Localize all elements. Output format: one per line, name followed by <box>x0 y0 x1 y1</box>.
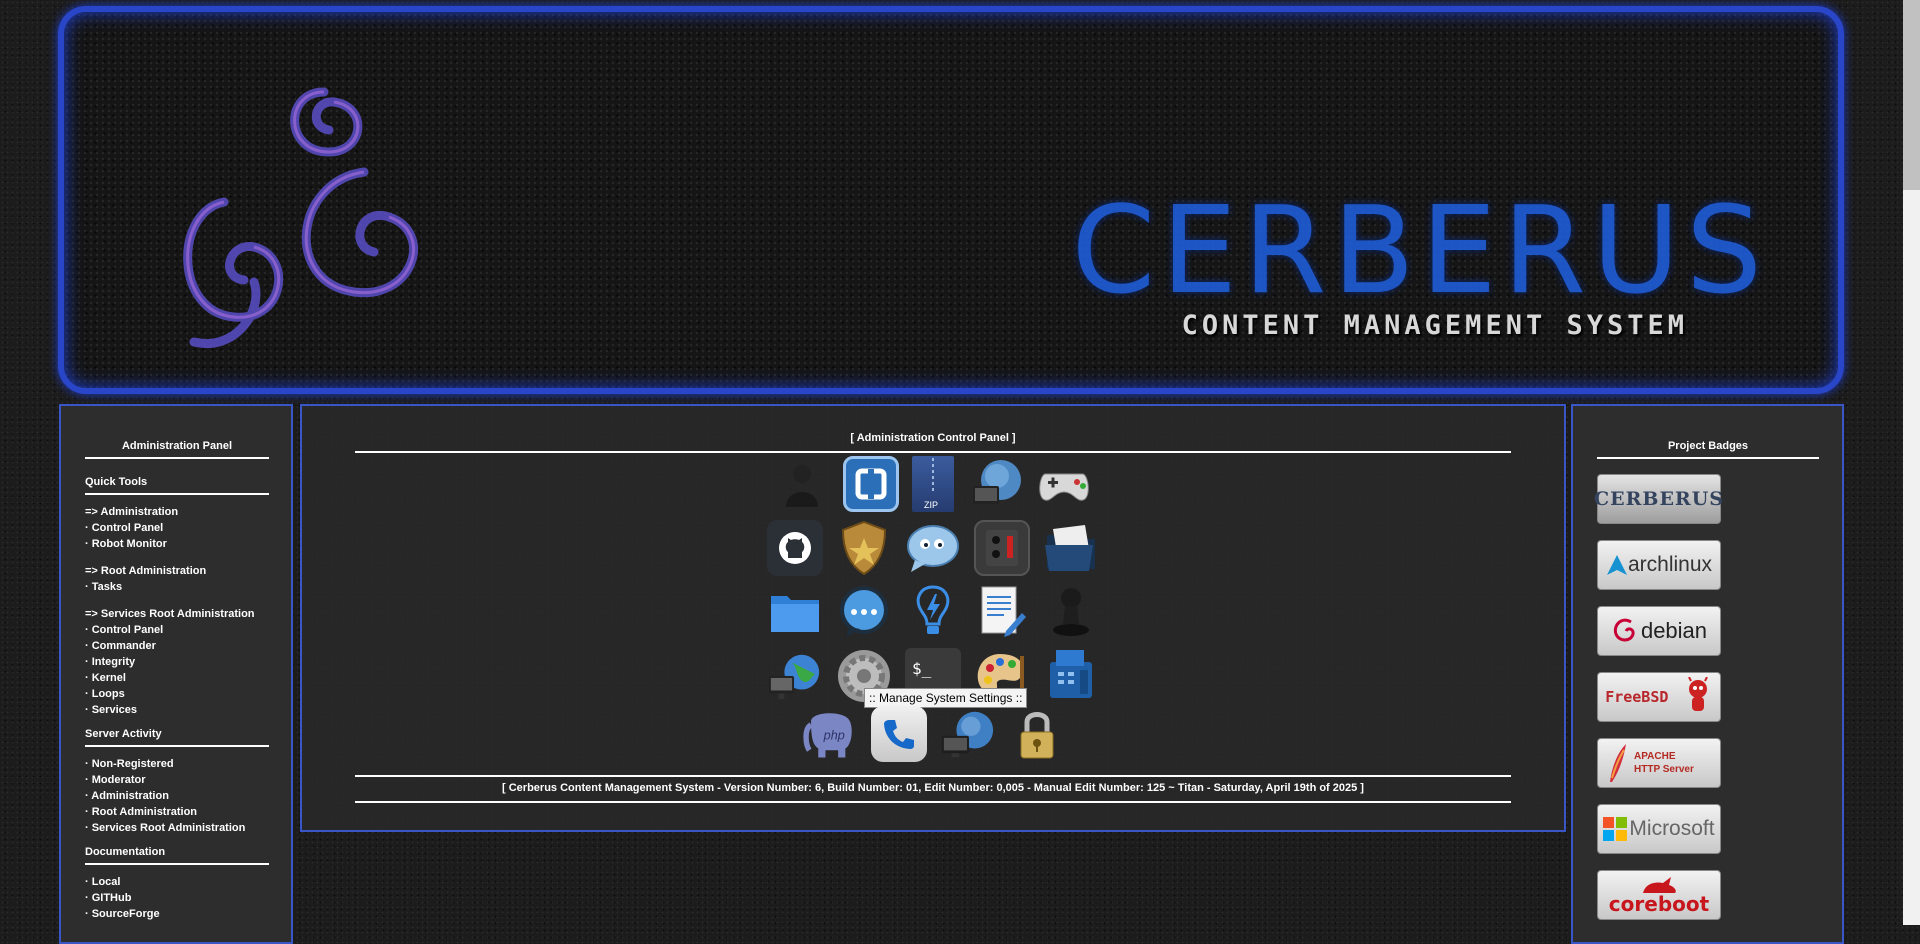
lock-icon[interactable] <box>1009 706 1065 762</box>
badge-label: debian <box>1640 618 1708 643</box>
bracket-app-icon[interactable] <box>843 456 899 512</box>
divider <box>355 801 1511 803</box>
link-activity-root-administration[interactable]: · Root Administration <box>85 804 269 820</box>
apache-feather-icon <box>1610 744 1626 782</box>
left-sidebar: Administration Panel Quick Tools => Admi… <box>59 404 293 944</box>
svg-text:php: php <box>822 728 844 742</box>
zip-archive-icon[interactable]: ZIP <box>912 456 954 512</box>
network-monitor-icon[interactable] <box>967 456 1023 512</box>
badge-label: Microsoft <box>1629 817 1715 840</box>
user-silhouette-icon[interactable] <box>774 456 830 512</box>
link-local[interactable]: · Local <box>85 874 269 890</box>
badge-label: CERBERUS <box>1594 488 1725 510</box>
page-scrollbar[interactable] <box>1903 0 1920 925</box>
badge-archlinux[interactable]: archlinux <box>1597 540 1721 590</box>
php-elephant-icon[interactable]: php <box>802 706 858 762</box>
link-tasks[interactable]: · Tasks <box>85 579 269 595</box>
phone-icon[interactable] <box>870 706 927 762</box>
badge-label: archlinux <box>1627 553 1713 576</box>
folder-icon[interactable] <box>767 584 823 640</box>
debian-swirl-icon <box>1613 618 1635 642</box>
microsoft-logo-icon <box>1603 817 1628 841</box>
divider <box>85 863 269 865</box>
link-robot-monitor[interactable]: · Robot Monitor <box>85 536 269 552</box>
badge-freebsd[interactable]: FreeBSD <box>1597 672 1721 722</box>
icon-row <box>302 584 1564 640</box>
open-folder-icon[interactable] <box>1043 520 1099 576</box>
link-services[interactable]: · Services <box>85 702 269 718</box>
server-activity-heading: Server Activity <box>85 728 162 740</box>
icon-row: ZIP <box>302 456 1564 512</box>
chat-bubble-icon[interactable] <box>905 520 961 576</box>
icon-row: php <box>302 706 1564 762</box>
link-activity-services-root-administration[interactable]: · Services Root Administration <box>85 820 269 836</box>
badge-coreboot[interactable]: coreboot <box>1597 870 1721 920</box>
link-root-administration[interactable]: => Root Administration <box>85 563 269 579</box>
bsd-daemon-icon <box>1687 677 1708 711</box>
quick-tools-heading: Quick Tools <box>85 476 148 488</box>
right-sidebar: Project Badges CERBERUS archlinux debian… <box>1571 404 1844 944</box>
gamepad-icon[interactable] <box>1036 456 1092 512</box>
link-non-registered[interactable]: · Non-Registered <box>85 756 269 772</box>
link-activity-administration[interactable]: · Administration <box>85 788 269 804</box>
divider <box>85 493 269 495</box>
control-panel-title: [ Administration Control Panel ] <box>850 432 1016 444</box>
github-icon[interactable] <box>767 520 823 576</box>
badge-label: coreboot <box>1608 892 1710 916</box>
message-icon[interactable] <box>836 584 892 640</box>
link-commander[interactable]: · Commander <box>85 638 269 654</box>
sidebar-title: Administration Panel <box>121 440 233 452</box>
divider <box>1597 457 1819 459</box>
security-badge-icon[interactable] <box>836 520 892 576</box>
link-services-control-panel[interactable]: · Control Panel <box>85 622 269 638</box>
svg-text:ZIP: ZIP <box>924 500 938 510</box>
icon-row <box>302 520 1564 576</box>
control-panel: [ Administration Control Panel ] ZIP $_ … <box>300 404 1566 832</box>
link-sourceforge[interactable]: · SourceForge <box>85 906 269 922</box>
badge-label: FreeBSD <box>1605 688 1669 706</box>
link-integrity[interactable]: · Integrity <box>85 654 269 670</box>
scrollbar-thumb[interactable] <box>1903 0 1920 190</box>
network-globe-icon[interactable] <box>940 706 996 762</box>
divider <box>85 745 269 747</box>
link-administration[interactable]: => Administration <box>85 504 269 520</box>
link-services-root-administration[interactable]: => Services Root Administration <box>85 606 269 622</box>
power-strip-icon[interactable] <box>974 520 1030 576</box>
globe-network-icon[interactable] <box>767 648 823 704</box>
divider <box>85 457 269 459</box>
link-github[interactable]: · GITHub <box>85 890 269 906</box>
badge-label: APACHE HTTP Server <box>1634 751 1694 775</box>
divider <box>355 775 1511 777</box>
badge-apache[interactable]: APACHE HTTP Server <box>1597 738 1721 788</box>
document-edit-icon[interactable] <box>974 584 1030 640</box>
link-loops[interactable]: · Loops <box>85 686 269 702</box>
icon-tooltip: :: Manage System Settings :: <box>864 688 1028 708</box>
badge-microsoft[interactable]: Microsoft <box>1597 804 1721 854</box>
arch-logo-icon <box>1606 555 1627 575</box>
project-badges-heading: Project Badges <box>1667 440 1749 452</box>
fax-icon[interactable] <box>1043 648 1099 704</box>
version-footer: [ Cerberus Content Management System - V… <box>502 782 1364 794</box>
badge-debian[interactable]: debian <box>1597 606 1721 656</box>
banner-subtitle: CONTENT MANAGEMENT SYSTEM <box>1181 310 1688 341</box>
link-admin-control-panel[interactable]: · Control Panel <box>85 520 269 536</box>
cerberus-swirl-logo-icon <box>183 87 418 348</box>
svg-text:$_: $_ <box>912 659 932 678</box>
link-moderator[interactable]: · Moderator <box>85 772 269 788</box>
link-kernel[interactable]: · Kernel <box>85 670 269 686</box>
divider <box>355 451 1511 453</box>
documentation-heading: Documentation <box>85 846 166 858</box>
header-banner: CERBERUS CONTENT MANAGEMENT SYSTEM <box>58 6 1844 394</box>
lightbulb-icon[interactable] <box>905 584 961 640</box>
badge-cerberus[interactable]: CERBERUS <box>1594 474 1725 524</box>
chess-pawn-icon[interactable] <box>1043 584 1099 640</box>
banner-title: CERBERUS <box>1071 182 1768 321</box>
